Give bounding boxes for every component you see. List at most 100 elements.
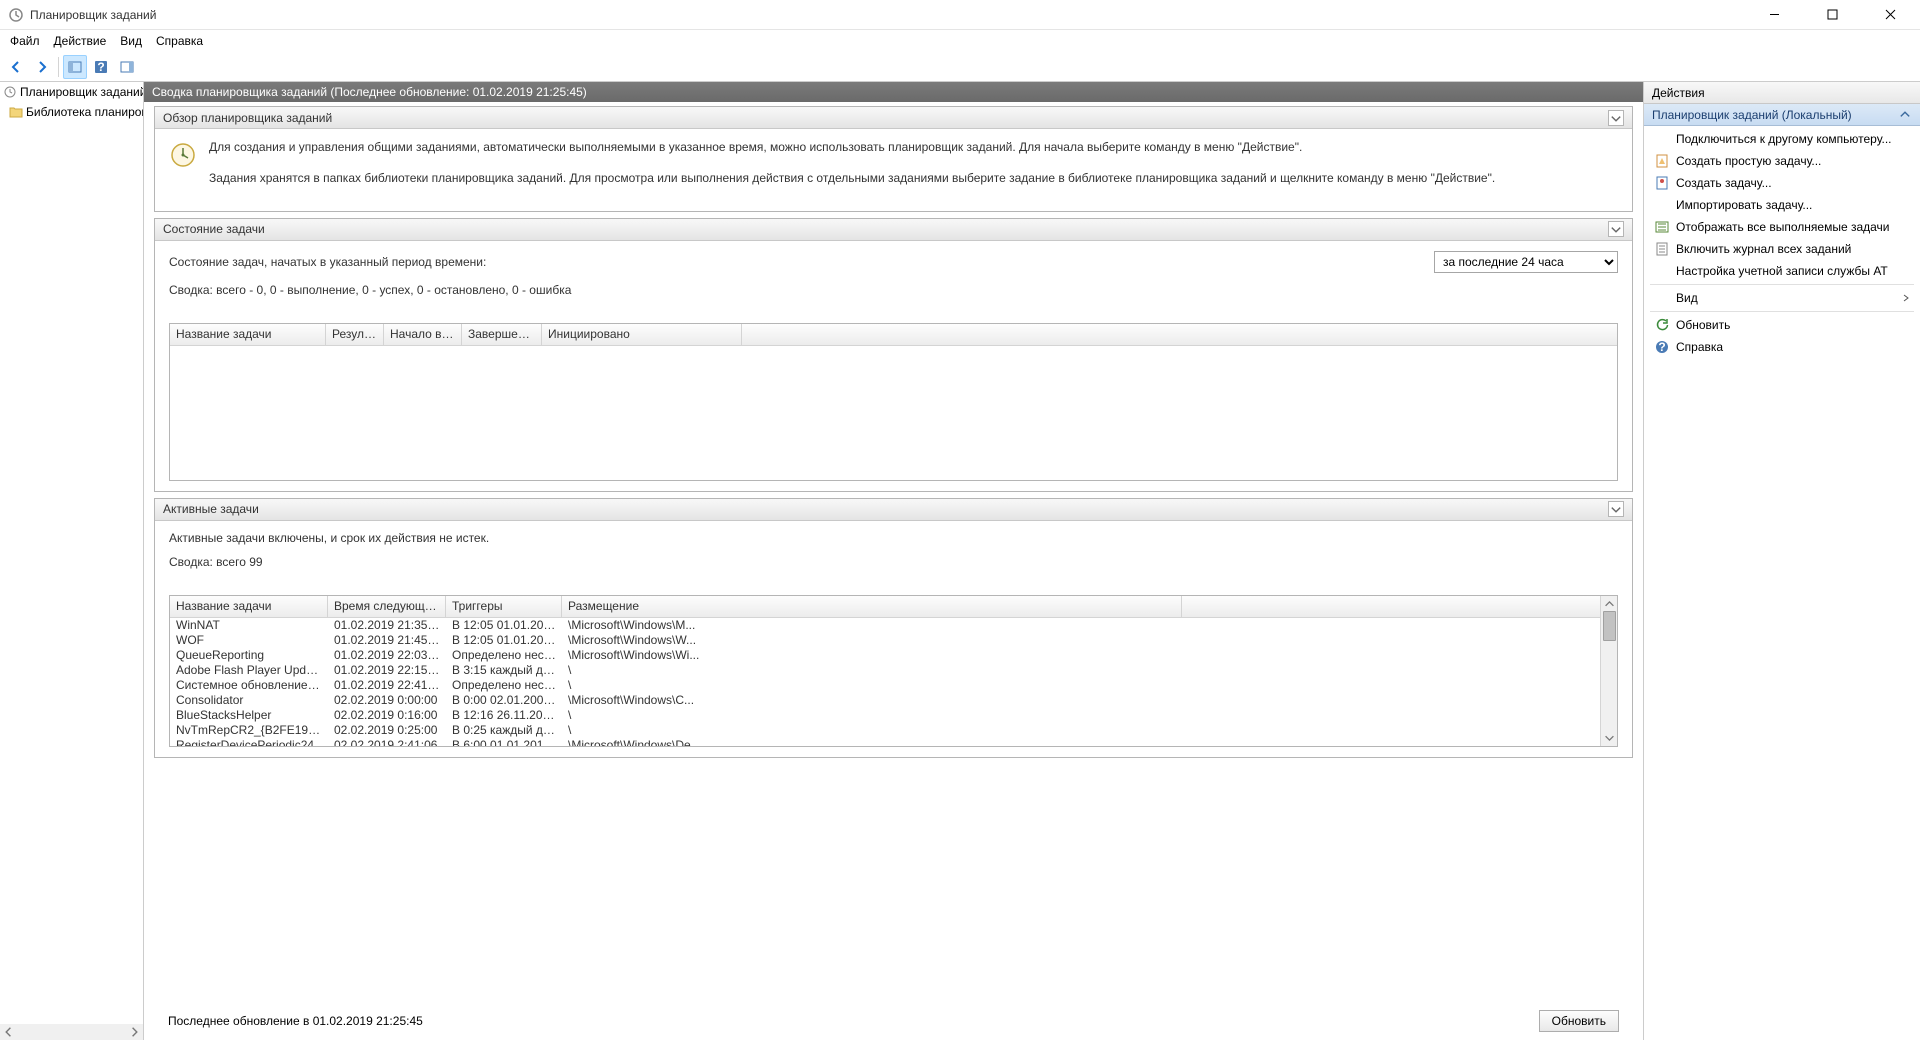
collapse-icon[interactable]: [1608, 110, 1624, 126]
scroll-thumb[interactable]: [1603, 611, 1616, 641]
table-row[interactable]: WOF01.02.2019 21:45:00В 12:05 01.01.2007…: [170, 633, 1600, 648]
overview-text-2: Задания хранятся в папках библиотеки пла…: [209, 170, 1495, 187]
table-row[interactable]: Adobe Flash Player Updater01.02.2019 22:…: [170, 663, 1600, 678]
cell-trig: Определено несколько...: [446, 678, 562, 692]
tree-library[interactable]: Библиотека планировщ: [0, 102, 143, 122]
blank-icon: [1654, 290, 1670, 306]
forward-button[interactable]: [30, 55, 54, 79]
overview-header[interactable]: Обзор планировщика заданий: [155, 107, 1632, 129]
status-period-select[interactable]: за последние 24 часа: [1434, 251, 1618, 273]
table-row[interactable]: WinNAT01.02.2019 21:35:00В 12:05 01.01.2…: [170, 618, 1600, 633]
action-help[interactable]: ? Справка: [1644, 336, 1920, 358]
cell-name: NvTmRepCR2_{B2FE1952-0186-46...: [170, 723, 328, 737]
table-row[interactable]: RegisterDevicePeriodic2402.02.2019 2:41:…: [170, 738, 1600, 746]
action-import[interactable]: Импортировать задачу...: [1644, 194, 1920, 216]
active-scrollbar[interactable]: [1600, 596, 1617, 746]
col-init[interactable]: Инициировано: [542, 324, 742, 345]
toolbar: ?: [0, 52, 1920, 82]
col-loc[interactable]: Размещение: [562, 596, 1182, 617]
col-end[interactable]: Завершение в...: [462, 324, 542, 345]
refresh-icon: [1654, 317, 1670, 333]
col-name[interactable]: Название задачи: [170, 596, 328, 617]
active-desc: Активные задачи включены, и срок их дейс…: [169, 531, 1618, 545]
action-enable-log[interactable]: Включить журнал всех заданий: [1644, 238, 1920, 260]
actions-pane-title: Действия: [1644, 82, 1920, 104]
toolbar-pane-button[interactable]: [63, 55, 87, 79]
cell-next: 02.02.2019 0:00:00: [328, 693, 446, 707]
status-summary: Сводка: всего - 0, 0 - выполнение, 0 - у…: [169, 283, 1618, 297]
status-period-label: Состояние задач, начатых в указанный пер…: [169, 255, 486, 269]
minimize-button[interactable]: [1752, 1, 1796, 29]
scroll-up-icon[interactable]: [1603, 598, 1616, 611]
cell-loc: \: [562, 663, 1182, 677]
col-trig[interactable]: Триггеры: [446, 596, 562, 617]
refresh-button[interactable]: Обновить: [1539, 1010, 1619, 1032]
last-update-label: Последнее обновление в 01.02.2019 21:25:…: [168, 1014, 423, 1028]
blank-icon: [1654, 197, 1670, 213]
cell-next: 01.02.2019 22:03:52: [328, 648, 446, 662]
table-row[interactable]: QueueReporting01.02.2019 22:03:52Определ…: [170, 648, 1600, 663]
table-row[interactable]: BlueStacksHelper02.02.2019 0:16:00В 12:1…: [170, 708, 1600, 723]
action-refresh[interactable]: Обновить: [1644, 314, 1920, 336]
cell-loc: \: [562, 723, 1182, 737]
col-name[interactable]: Название задачи: [170, 324, 326, 345]
status-table-header[interactable]: Название задачи Результат... Начало выпо…: [170, 324, 1617, 346]
cell-loc: \Microsoft\Windows\M...: [562, 618, 1182, 632]
action-label: Обновить: [1676, 318, 1730, 332]
folder-icon: [8, 104, 24, 120]
actions-group-title: Планировщик заданий (Локальный): [1652, 108, 1852, 122]
collapse-icon[interactable]: [1608, 221, 1624, 237]
scroll-left-icon[interactable]: [2, 1025, 16, 1039]
status-table: Название задачи Результат... Начало выпо…: [169, 323, 1618, 481]
table-row[interactable]: NvTmRepCR2_{B2FE1952-0186-46...02.02.201…: [170, 723, 1600, 738]
overview-text-1: Для создания и управления общими задания…: [209, 139, 1495, 156]
task-icon: [1654, 175, 1670, 191]
back-button[interactable]: [4, 55, 28, 79]
action-label: Импортировать задачу...: [1676, 198, 1812, 212]
close-button[interactable]: [1868, 1, 1912, 29]
maximize-button[interactable]: [1810, 1, 1854, 29]
active-header[interactable]: Активные задачи: [155, 499, 1632, 521]
active-table-header[interactable]: Название задачи Время следующего зап... …: [170, 596, 1600, 618]
table-row[interactable]: Системное обновление Браузер...01.02.201…: [170, 678, 1600, 693]
scroll-down-icon[interactable]: [1603, 731, 1616, 744]
status-header[interactable]: Состояние задачи: [155, 219, 1632, 241]
tree-root[interactable]: Планировщик заданий (Лок: [0, 82, 143, 102]
help-button[interactable]: ?: [89, 55, 113, 79]
col-start[interactable]: Начало выпо...: [384, 324, 462, 345]
collapse-icon[interactable]: [1898, 108, 1912, 122]
table-row[interactable]: Consolidator02.02.2019 0:00:00В 0:00 02.…: [170, 693, 1600, 708]
cell-name: Consolidator: [170, 693, 328, 707]
action-view[interactable]: Вид: [1644, 287, 1920, 309]
menu-file[interactable]: Файл: [4, 32, 46, 50]
overview-title: Обзор планировщика заданий: [163, 111, 332, 125]
collapse-icon[interactable]: [1608, 501, 1624, 517]
col-result[interactable]: Результат...: [326, 324, 384, 345]
action-create-basic[interactable]: Создать простую задачу...: [1644, 150, 1920, 172]
action-label: Отображать все выполняемые задачи: [1676, 220, 1890, 234]
action-show-running[interactable]: Отображать все выполняемые задачи: [1644, 216, 1920, 238]
scroll-right-icon[interactable]: [127, 1025, 141, 1039]
menu-view[interactable]: Вид: [114, 32, 148, 50]
cell-name: Adobe Flash Player Updater: [170, 663, 328, 677]
menu-bar: Файл Действие Вид Справка: [0, 30, 1920, 52]
menu-help[interactable]: Справка: [150, 32, 209, 50]
cell-next: 02.02.2019 0:25:00: [328, 723, 446, 737]
tree-scrollbar-horizontal[interactable]: [0, 1024, 143, 1040]
action-create[interactable]: Создать задачу...: [1644, 172, 1920, 194]
toolbar-actions-button[interactable]: [115, 55, 139, 79]
action-at-account[interactable]: Настройка учетной записи службы AT: [1644, 260, 1920, 282]
wizard-icon: [1654, 153, 1670, 169]
actions-group-header[interactable]: Планировщик заданий (Локальный): [1644, 104, 1920, 126]
cell-name: QueueReporting: [170, 648, 328, 662]
actions-list: Подключиться к другому компьютеру... Соз…: [1644, 126, 1920, 360]
active-table: Название задачи Время следующего зап... …: [169, 595, 1618, 747]
cell-trig: В 12:05 01.01.2007 - Час...: [446, 618, 562, 632]
center-header-label: Сводка планировщика заданий (Последнее о…: [152, 85, 587, 99]
col-next[interactable]: Время следующего зап...: [328, 596, 446, 617]
action-connect[interactable]: Подключиться к другому компьютеру...: [1644, 128, 1920, 150]
menu-action[interactable]: Действие: [48, 32, 113, 50]
window-controls: [1752, 1, 1912, 29]
status-title: Состояние задачи: [163, 222, 265, 236]
overview-section: Обзор планировщика заданий Для создания …: [154, 106, 1633, 212]
